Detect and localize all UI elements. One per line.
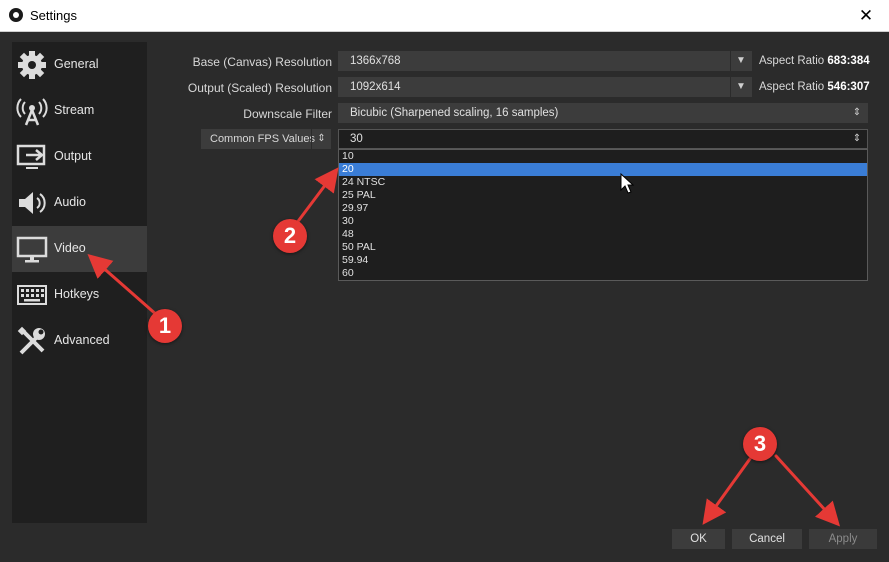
- list-item[interactable]: 10: [339, 150, 867, 163]
- speaker-icon: [19, 192, 46, 214]
- fps-dropdown-list: 10 20 24 NTSC 25 PAL 29.97 30 48 50 PAL …: [338, 149, 868, 281]
- sidebar-item-audio[interactable]: Audio: [12, 180, 147, 226]
- output-aspect-ratio: Aspect Ratio 546:307: [759, 81, 870, 93]
- downscale-filter-select[interactable]: Bicubic (Sharpened scaling, 16 samples) …: [338, 103, 868, 123]
- apply-button[interactable]: Apply: [809, 529, 877, 549]
- fps-value-select[interactable]: 30 ⇕: [338, 129, 868, 149]
- output-resolution-value: 1092x614: [350, 81, 401, 93]
- aspect-ratio-value: 546:307: [827, 81, 870, 93]
- updown-arrow-icon[interactable]: ⇕: [311, 129, 331, 149]
- title-bar: Settings ✕: [0, 0, 889, 32]
- base-resolution-label: Base (Canvas) Resolution: [192, 55, 332, 69]
- sidebar-item-label: Hotkeys: [54, 287, 100, 301]
- list-item[interactable]: 29.97: [339, 202, 867, 215]
- chevron-down-icon[interactable]: ▼: [730, 51, 751, 71]
- window-title: Settings: [30, 8, 77, 23]
- fps-type-value: Common FPS Values: [210, 133, 315, 145]
- tools-icon: [17, 326, 45, 355]
- updown-arrow-icon[interactable]: ⇕: [847, 130, 867, 148]
- ok-button[interactable]: OK: [672, 529, 725, 549]
- annotation-badge-2: 2: [273, 219, 307, 253]
- list-item[interactable]: 30: [339, 215, 867, 228]
- sidebar-item-stream[interactable]: Stream: [12, 88, 147, 134]
- downscale-filter-label: Downscale Filter: [243, 107, 332, 121]
- downscale-filter-value: Bicubic (Sharpened scaling, 16 samples): [350, 107, 559, 119]
- annotation-badge-3: 3: [743, 427, 777, 461]
- cancel-button[interactable]: Cancel: [732, 529, 802, 549]
- fps-value: 30: [350, 133, 363, 145]
- output-resolution-combo[interactable]: 1092x614 ▼: [338, 77, 752, 97]
- output-icon: [16, 144, 46, 169]
- list-item[interactable]: 59.94: [339, 254, 867, 267]
- list-item[interactable]: 48: [339, 228, 867, 241]
- sidebar-item-hotkeys[interactable]: Hotkeys: [12, 272, 147, 318]
- output-resolution-label: Output (Scaled) Resolution: [187, 81, 332, 95]
- base-resolution-value: 1366x768: [350, 55, 401, 67]
- list-item[interactable]: 25 PAL: [339, 189, 867, 202]
- list-item[interactable]: 50 PAL: [339, 241, 867, 254]
- broadcast-icon: [16, 98, 48, 126]
- monitor-icon: [16, 236, 48, 263]
- sidebar-item-label: General: [54, 57, 99, 71]
- sidebar-item-video[interactable]: Video: [12, 226, 147, 272]
- obs-logo-icon: [9, 8, 23, 22]
- sidebar-item-label: Audio: [54, 195, 86, 209]
- aspect-ratio-label: Aspect Ratio: [759, 55, 828, 67]
- chevron-down-icon[interactable]: ▼: [730, 77, 751, 97]
- sidebar-item-label: Output: [54, 149, 92, 163]
- keyboard-icon: [17, 285, 47, 305]
- close-icon[interactable]: ✕: [843, 0, 889, 31]
- aspect-ratio-value: 683:384: [827, 55, 870, 67]
- updown-arrow-icon[interactable]: ⇕: [847, 103, 867, 123]
- fps-type-select[interactable]: Common FPS Values ⇕: [201, 129, 331, 149]
- sidebar: General Stream Output Audio Video Hotkey…: [12, 42, 147, 523]
- list-item[interactable]: 24 NTSC: [339, 176, 867, 189]
- annotation-badge-1: 1: [148, 309, 182, 343]
- sidebar-item-label: Advanced: [54, 333, 110, 347]
- sidebar-item-label: Stream: [54, 103, 95, 117]
- sidebar-item-general[interactable]: General: [12, 42, 147, 88]
- aspect-ratio-label: Aspect Ratio: [759, 81, 828, 93]
- base-resolution-combo[interactable]: 1366x768 ▼: [338, 51, 752, 71]
- base-aspect-ratio: Aspect Ratio 683:384: [759, 55, 870, 67]
- list-item[interactable]: 20: [339, 163, 867, 176]
- list-item[interactable]: 60: [339, 267, 867, 280]
- sidebar-item-advanced[interactable]: Advanced: [12, 318, 147, 364]
- settings-content: General Stream Output Audio Video Hotkey…: [0, 32, 889, 562]
- sidebar-item-output[interactable]: Output: [12, 134, 147, 180]
- gear-icon: [18, 51, 46, 79]
- sidebar-item-label: Video: [54, 241, 86, 255]
